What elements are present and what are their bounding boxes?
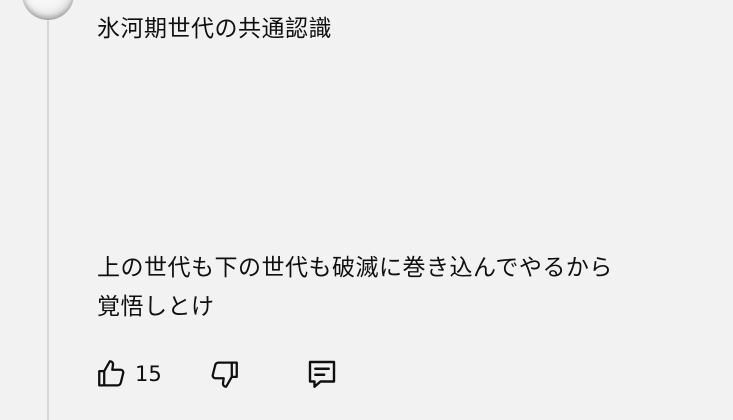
like-button[interactable] — [94, 354, 130, 394]
more-options-button[interactable] — [690, 0, 714, 12]
reply-comment-icon — [304, 356, 340, 392]
reply-button[interactable] — [304, 354, 340, 394]
thumbs-up-icon — [95, 357, 129, 391]
thumbs-down-icon — [207, 357, 241, 391]
dislike-button[interactable] — [206, 354, 242, 394]
thread-line — [47, 20, 49, 420]
comment-text-line-1: 氷河期世代の共通認識 — [97, 16, 332, 42]
like-count: 15 — [135, 362, 162, 386]
comment-text-line-3: 覚悟しとけ — [97, 294, 215, 320]
avatar[interactable] — [22, 0, 74, 20]
comment-text-line-2: 上の世代も下の世代も破滅に巻き込んでやるから — [97, 255, 613, 281]
